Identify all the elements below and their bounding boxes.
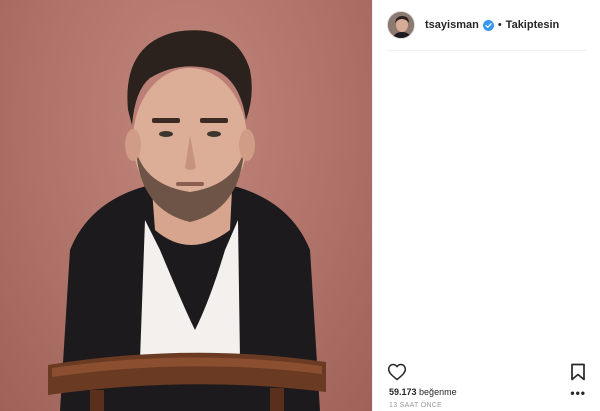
- likes-count[interactable]: 59.173 beğenme: [389, 387, 457, 397]
- post-side-panel: tsayisman • Takiptesin 59.173 beğenme ••…: [372, 0, 600, 411]
- post-header: tsayisman • Takiptesin: [373, 0, 600, 50]
- separator-dot: •: [497, 19, 502, 31]
- action-bar: [373, 362, 600, 384]
- more-options-icon[interactable]: •••: [570, 386, 586, 400]
- verified-badge-icon: [482, 19, 494, 31]
- post-timestamp: 13 SAAT ÖNCE: [389, 402, 443, 409]
- post-photo[interactable]: [0, 0, 372, 411]
- follow-status-button[interactable]: Takiptesin: [506, 19, 560, 31]
- avatar[interactable]: [387, 11, 415, 39]
- likes-number: 59.173: [389, 387, 417, 397]
- portrait-illustration: [48, 30, 326, 411]
- header-divider: [387, 50, 586, 51]
- username-link[interactable]: tsayisman: [425, 19, 479, 31]
- bookmark-outline-icon[interactable]: [570, 363, 586, 381]
- likes-label: beğenme: [419, 387, 457, 397]
- instagram-post: tsayisman • Takiptesin 59.173 beğenme ••…: [0, 0, 600, 411]
- heart-outline-icon[interactable]: [387, 362, 407, 382]
